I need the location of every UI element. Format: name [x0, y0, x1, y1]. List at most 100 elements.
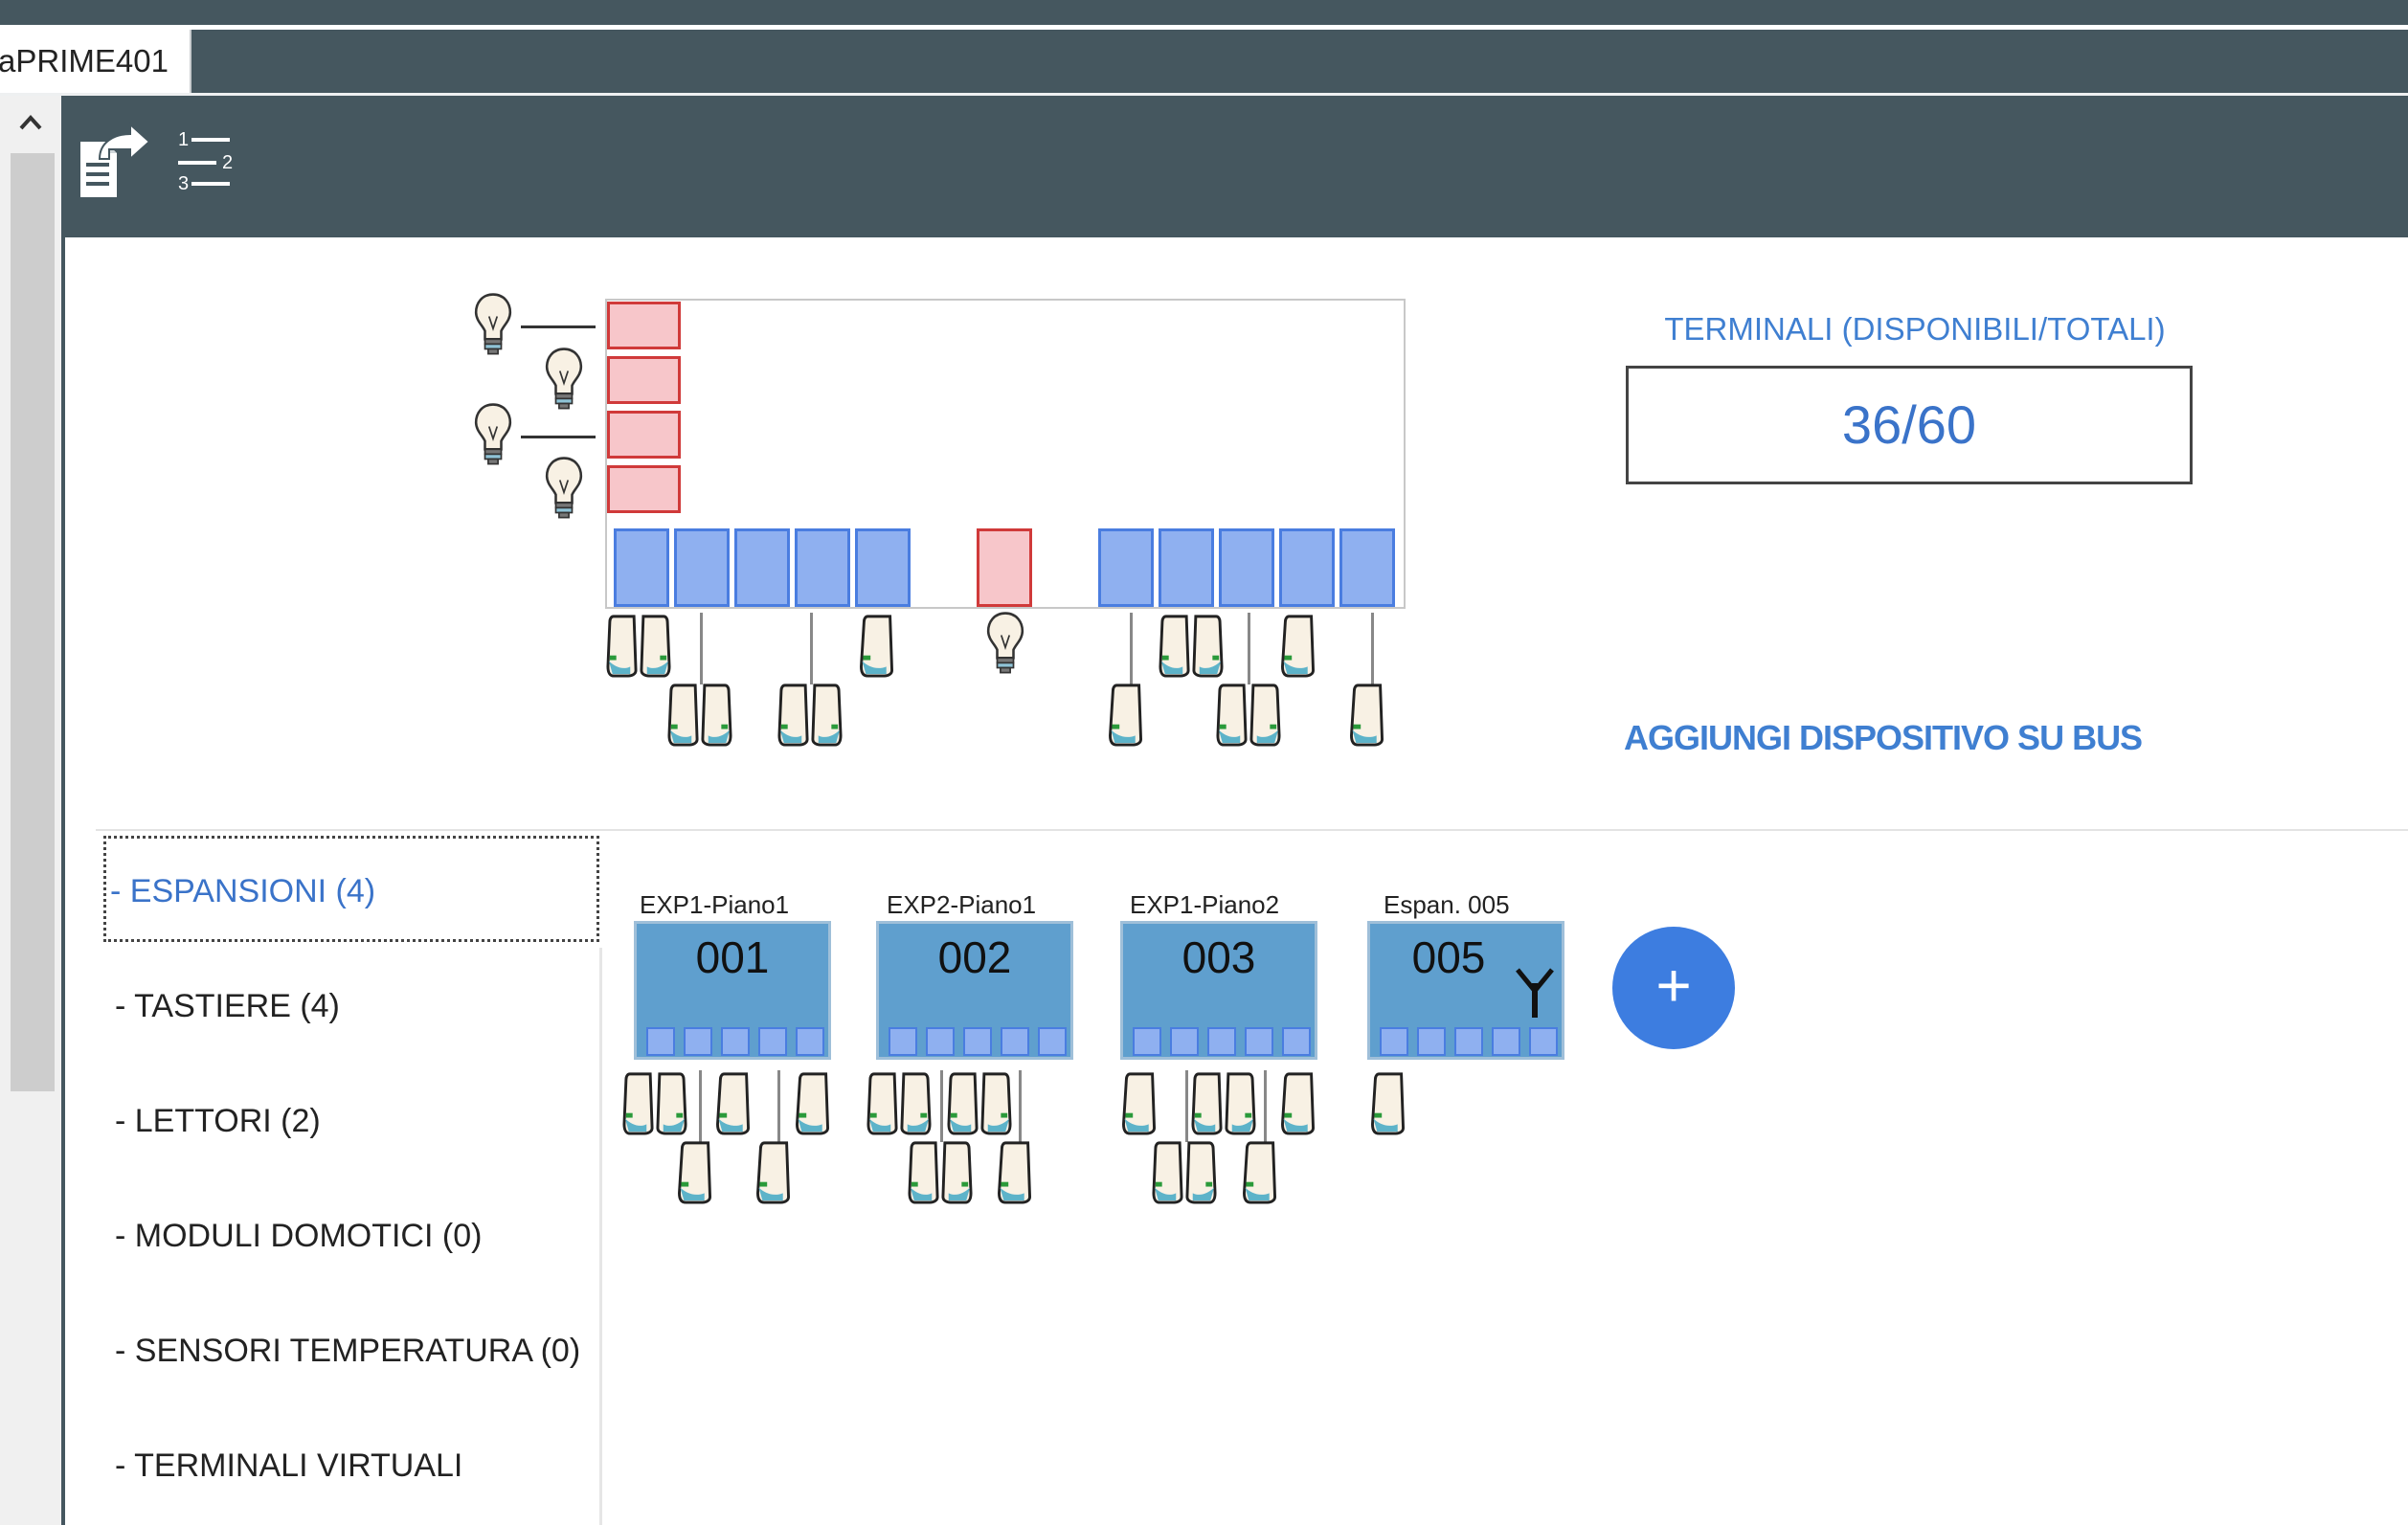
wire [1130, 613, 1133, 684]
terminal-slot[interactable] [855, 528, 911, 607]
terminal-slot[interactable] [1339, 528, 1395, 607]
expansion-terminal [926, 1027, 955, 1056]
expansion-terminal [1282, 1027, 1311, 1056]
expansion-terminal [1207, 1027, 1236, 1056]
relay-output[interactable] [607, 356, 681, 404]
double-sensor-icon [866, 1070, 932, 1140]
double-sensor-icon [1159, 613, 1224, 683]
sensor-icon [1241, 1139, 1279, 1209]
expansion-number: 003 [1181, 932, 1256, 982]
expansion-number: 001 [695, 932, 770, 982]
expansion-terminal [1245, 1027, 1273, 1056]
double-sensor-icon [947, 1070, 1012, 1140]
scroll-up-arrow-icon[interactable] [0, 96, 61, 153]
terminal-slot[interactable] [674, 528, 730, 607]
category-terminali-virtuali[interactable]: - TERMINALI VIRTUALI [115, 1447, 462, 1485]
wire [940, 1070, 943, 1142]
wire [521, 325, 596, 328]
double-sensor-icon [777, 682, 843, 751]
sensor-icon [754, 1139, 793, 1209]
relay-output[interactable] [607, 411, 681, 459]
content-edge [61, 96, 65, 1525]
wire [699, 1070, 702, 1142]
wire [1264, 1070, 1267, 1142]
expansion-terminal [796, 1027, 824, 1056]
double-sensor-icon [1191, 1070, 1256, 1140]
sensor-icon [1279, 1070, 1317, 1140]
sensor-icon [714, 1070, 753, 1140]
terminal-slot[interactable] [1219, 528, 1274, 607]
expansion-terminal [1492, 1027, 1520, 1056]
svg-text:3: 3 [178, 173, 189, 194]
expansion-terminal [1170, 1027, 1199, 1056]
expansion-terminal [1038, 1027, 1067, 1056]
bulb-icon [469, 292, 517, 362]
tab-strip [0, 30, 2408, 95]
expansion-module[interactable]: 003 [1120, 921, 1317, 1060]
expansion-module[interactable]: 005 [1367, 921, 1564, 1060]
tab-aprime401[interactable]: aPRIME401 [0, 30, 191, 93]
sensor-icon [1348, 682, 1386, 751]
add-expansion-button[interactable]: + [1612, 927, 1735, 1049]
terminals-value: 36/60 [1841, 394, 1977, 455]
terminal-slot[interactable] [734, 528, 790, 607]
wire [1371, 613, 1374, 684]
category-tastiere[interactable]: - TASTIERE (4) [115, 988, 340, 1025]
svg-text:1: 1 [178, 129, 189, 150]
category-column-border [599, 948, 602, 1525]
expansion-terminal [758, 1027, 787, 1056]
expansion-terminal [1133, 1027, 1161, 1056]
window-title-bar [0, 0, 2408, 25]
relay-output[interactable] [607, 465, 681, 513]
expansion-terminal [1454, 1027, 1483, 1056]
sensor-icon [1107, 682, 1145, 751]
wireless-sensor-icon [1369, 1070, 1407, 1140]
sensor-icon [858, 613, 896, 683]
expansion-terminal [646, 1027, 675, 1056]
expansion-name: EXP1-Piano1 [640, 890, 790, 919]
wire [1248, 613, 1250, 684]
expansion-terminal [963, 1027, 992, 1056]
expansion-terminal [721, 1027, 750, 1056]
sensor-icon [1279, 613, 1317, 683]
expansion-module[interactable]: 001 [634, 921, 831, 1060]
double-sensor-icon [622, 1070, 687, 1140]
bulb-icon [469, 402, 517, 472]
wire [810, 613, 813, 684]
expansion-number: 002 [937, 932, 1012, 982]
terminal-slot[interactable] [1279, 528, 1335, 607]
double-sensor-icon [908, 1139, 973, 1209]
svg-text:2: 2 [222, 152, 233, 173]
terminal-slot-output[interactable] [977, 528, 1032, 607]
terminal-slot[interactable] [1098, 528, 1154, 607]
expansion-terminal [1529, 1027, 1558, 1056]
expansion-module[interactable]: 002 [876, 921, 1073, 1060]
numbered-list-icon[interactable]: 1 2 3 [176, 126, 245, 200]
wire [1185, 1070, 1188, 1142]
wire [521, 436, 596, 438]
bulb-icon [540, 456, 588, 526]
wire [777, 1070, 780, 1142]
category-moduli-domotici[interactable]: - MODULI DOMOTICI (0) [115, 1218, 482, 1255]
terminal-slot[interactable] [614, 528, 669, 607]
tab-label: aPRIME401 [0, 43, 169, 78]
toolbar: 1 2 3 [65, 96, 2408, 237]
bulb-icon [540, 347, 588, 416]
section-divider [96, 829, 2408, 831]
double-sensor-icon [1216, 682, 1281, 751]
add-bus-device-link[interactable]: AGGIUNGI DISPOSITIVO SU BUS [1624, 718, 2143, 758]
double-sensor-icon [606, 613, 671, 683]
relay-output[interactable] [607, 302, 681, 349]
terminal-slot[interactable] [795, 528, 850, 607]
category-sensori-temperatura[interactable]: - SENSORI TEMPERATURA (0) [115, 1333, 580, 1370]
terminal-slot[interactable] [1159, 528, 1214, 607]
terminals-title: TERMINALI (DISPONIBILI/TOTALI) [1664, 311, 2166, 347]
expansion-terminal [1380, 1027, 1408, 1056]
scrollbar-thumb[interactable] [11, 153, 55, 1091]
wire [700, 613, 703, 684]
category-lettori[interactable]: - LETTORI (2) [115, 1103, 321, 1140]
expansion-terminal [889, 1027, 917, 1056]
document-export-icon[interactable] [77, 121, 153, 207]
expansion-name: Espan. 005 [1384, 890, 1510, 919]
category-espansioni[interactable]: - ESPANSIONI (4) [110, 873, 375, 910]
